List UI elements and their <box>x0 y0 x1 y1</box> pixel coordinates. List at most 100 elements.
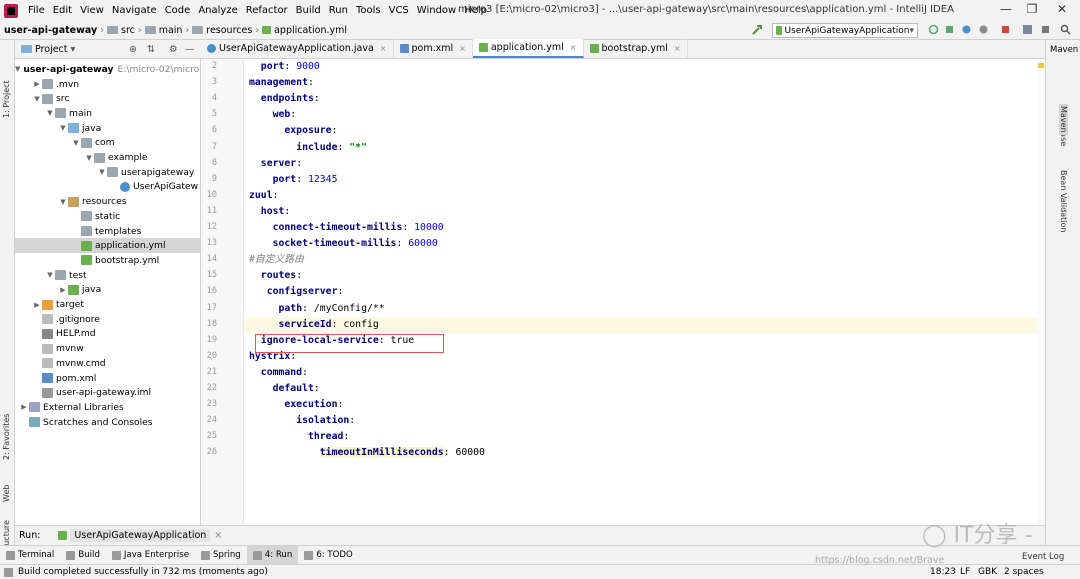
tree-node[interactable]: ▼ com <box>15 136 200 151</box>
update-icon[interactable] <box>1040 24 1051 35</box>
status-icon[interactable] <box>4 568 13 577</box>
tree-node[interactable]: Scratches and Consoles <box>15 415 200 430</box>
tree-node[interactable]: user-api-gateway.iml <box>15 385 200 400</box>
tree-node[interactable]: ▶ .mvn <box>15 77 200 92</box>
menu-build[interactable]: Build <box>292 5 325 16</box>
chevron-down-icon[interactable]: ▼ <box>71 139 81 147</box>
web-tool-button[interactable]: Web <box>2 485 11 502</box>
line-separator[interactable]: LF <box>960 567 970 577</box>
tree-node[interactable]: pom.xml <box>15 371 200 386</box>
tree-node[interactable]: ▼ user-api-gateway E:\micro-02\micro3 <box>15 62 200 77</box>
breadcrumb-item[interactable]: user-api-gateway <box>4 25 97 36</box>
indent-setting[interactable]: 2 spaces <box>1004 567 1044 577</box>
gear-icon[interactable]: ⚙ <box>169 44 178 55</box>
tree-node[interactable]: application.yml <box>15 238 200 254</box>
menu-edit[interactable]: Edit <box>49 5 76 16</box>
project-tool-button[interactable]: 1: Project <box>2 80 11 118</box>
tool-window-button[interactable]: 4: Run <box>246 545 299 565</box>
chevron-down-icon[interactable]: ▼ <box>97 168 107 176</box>
maximize-icon[interactable]: ❐ <box>1022 2 1042 16</box>
menu-tools[interactable]: Tools <box>352 5 385 16</box>
chevron-down-icon[interactable]: ▼ <box>32 95 42 103</box>
tree-node[interactable]: templates <box>15 224 200 239</box>
bean-validation-tool-button[interactable]: Bean Validation <box>1059 170 1068 232</box>
tree-node[interactable]: ▶ target <box>15 297 200 312</box>
tree-node[interactable]: mvnw.cmd <box>15 356 200 371</box>
breadcrumb-item[interactable]: src <box>107 25 135 36</box>
tree-node[interactable]: ▼ java <box>15 121 200 136</box>
tool-window-button[interactable]: Spring <box>195 546 247 565</box>
tree-node[interactable]: ▼ src <box>15 91 200 106</box>
menu-view[interactable]: View <box>76 5 108 16</box>
tool-window-button[interactable]: 6: TODO <box>298 546 359 565</box>
chevron-down-icon[interactable]: ▾ <box>71 44 76 55</box>
editor-tab[interactable]: application.yml × <box>472 39 584 58</box>
coverage-icon[interactable] <box>961 24 972 35</box>
tree-node[interactable]: UserApiGatew <box>15 180 200 195</box>
chevron-right-icon[interactable]: ▶ <box>32 80 42 88</box>
favorites-tool-button[interactable]: 2: Favorites <box>2 414 11 460</box>
tool-window-button[interactable]: Terminal <box>0 546 60 565</box>
tree-node[interactable]: HELP.md <box>15 327 200 342</box>
editor-tab[interactable]: UserApiGatewayApplication.java × <box>201 39 394 58</box>
menu-analyze[interactable]: Analyze <box>194 5 241 16</box>
close-tab-icon[interactable]: × <box>459 44 466 53</box>
collapse-all-icon[interactable]: ⇅ <box>147 44 155 55</box>
tool-window-button[interactable]: Java Enterprise <box>106 546 195 565</box>
tree-node[interactable]: ▼ userapigateway <box>15 165 200 180</box>
editor-tab[interactable]: bootstrap.yml × <box>584 39 688 58</box>
project-panel-title[interactable]: Project <box>35 44 68 55</box>
close-icon[interactable]: × <box>214 530 222 541</box>
debug-icon[interactable] <box>944 24 955 35</box>
chevron-down-icon[interactable]: ▼ <box>84 154 94 162</box>
close-tab-icon[interactable]: × <box>380 44 387 53</box>
tree-node[interactable]: .gitignore <box>15 312 200 327</box>
tree-node[interactable]: ▶ External Libraries <box>15 400 200 415</box>
menu-code[interactable]: Code <box>161 5 195 16</box>
hammer-icon[interactable] <box>752 24 763 35</box>
chevron-right-icon[interactable]: ▶ <box>32 301 42 309</box>
tree-node[interactable]: ▼ main <box>15 106 200 121</box>
chevron-down-icon[interactable]: ▼ <box>58 124 68 132</box>
code-editor[interactable]: port: 9000 management: endpoints: web: ex… <box>244 59 1037 525</box>
menu-run[interactable]: Run <box>325 5 352 16</box>
chevron-down-icon[interactable]: ▼ <box>58 198 68 206</box>
close-tab-icon[interactable]: × <box>674 44 681 53</box>
minimize-icon[interactable]: — <box>996 2 1016 16</box>
close-tab-icon[interactable]: × <box>570 43 577 52</box>
editor-tab[interactable]: pom.xml × <box>394 39 473 58</box>
chevron-down-icon[interactable]: ▼ <box>45 271 55 279</box>
editor-scrollbar[interactable] <box>1037 59 1045 525</box>
rerun-icon[interactable] <box>928 24 939 35</box>
tree-node[interactable]: bootstrap.yml <box>15 253 200 268</box>
locate-icon[interactable]: ⊕ <box>129 44 137 55</box>
menu-refactor[interactable]: Refactor <box>242 5 292 16</box>
tree-node[interactable]: ▼ test <box>15 268 200 283</box>
project-structure-icon[interactable] <box>1022 24 1033 35</box>
run-config-tab[interactable]: UserApiGatewayApplication <box>70 529 211 542</box>
tree-node[interactable]: ▼ resources <box>15 194 200 209</box>
chevron-right-icon[interactable]: ▶ <box>19 403 29 411</box>
breadcrumb-item[interactable]: main <box>144 25 182 36</box>
menu-file[interactable]: File <box>24 5 49 16</box>
run-configuration-select[interactable]: UserApiGatewayApplication ▾ <box>772 23 918 38</box>
menu-navigate[interactable]: Navigate <box>108 5 161 16</box>
maven-tool-button[interactable]: Maven <box>1059 104 1068 135</box>
close-icon[interactable]: ✕ <box>1052 2 1072 16</box>
menu-vcs[interactable]: VCS <box>385 5 413 16</box>
chevron-right-icon[interactable]: ▶ <box>58 286 68 294</box>
tree-node[interactable]: mvnw <box>15 341 200 356</box>
breadcrumb-item[interactable]: application.yml <box>262 25 347 36</box>
event-log-button[interactable]: Event Log <box>1022 552 1064 562</box>
breadcrumb-item[interactable]: resources <box>192 25 252 36</box>
profile-icon[interactable] <box>978 24 989 35</box>
search-icon[interactable] <box>1060 24 1071 35</box>
hide-icon[interactable]: — <box>185 44 195 55</box>
stop-icon[interactable] <box>1000 24 1011 35</box>
file-encoding[interactable]: GBK <box>978 567 997 577</box>
tool-window-button[interactable]: Build <box>60 546 106 565</box>
tree-node[interactable]: static <box>15 209 200 224</box>
chevron-down-icon[interactable]: ▼ <box>15 65 20 73</box>
chevron-down-icon[interactable]: ▼ <box>45 109 55 117</box>
menu-window[interactable]: Window <box>413 5 460 16</box>
